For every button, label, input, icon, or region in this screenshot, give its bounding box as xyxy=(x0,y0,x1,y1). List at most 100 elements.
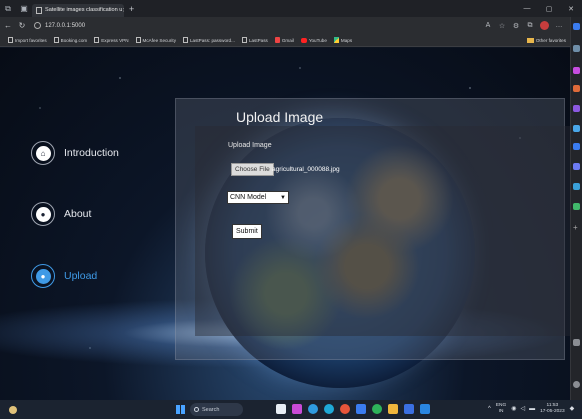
nav-upload[interactable]: ● Upload xyxy=(31,264,97,288)
games-icon[interactable] xyxy=(573,105,580,112)
bookmark-youtube[interactable]: YouTube xyxy=(300,37,327,43)
taskbar-apps xyxy=(276,404,436,414)
site-info-icon[interactable] xyxy=(34,22,41,29)
maps-icon xyxy=(333,37,339,43)
outlook-icon[interactable] xyxy=(573,143,580,150)
whatsapp-app-icon[interactable] xyxy=(372,404,382,414)
weather-icon[interactable] xyxy=(9,405,17,414)
bookmark-gmail[interactable]: Gmail xyxy=(274,37,294,43)
store-app-icon[interactable] xyxy=(356,404,366,414)
browser-tab-bar: ⧉ ▣ Satellite images classification u ✕ … xyxy=(0,0,582,17)
collections-icon[interactable]: ⧉ xyxy=(523,22,537,30)
search-icon[interactable] xyxy=(573,45,580,52)
clock[interactable]: 11:53 17-05-2023 xyxy=(540,403,565,414)
page-icon xyxy=(36,6,42,14)
back-icon[interactable]: ← xyxy=(2,21,14,30)
bookmark-lastpass-password[interactable]: LastPass: password... xyxy=(183,37,235,43)
submit-button[interactable]: Submit xyxy=(232,224,262,239)
browser-app-icon[interactable] xyxy=(324,404,334,414)
bookmark-lastpass[interactable]: LastPass xyxy=(241,37,268,43)
read-aloud-icon[interactable]: A xyxy=(481,22,495,29)
profile-avatar[interactable] xyxy=(540,21,549,30)
nav-circle: ● xyxy=(31,264,55,288)
taskbar-search[interactable]: Search xyxy=(190,403,243,416)
url-text: 127.0.0.1:5000 xyxy=(45,22,86,29)
chrome-app-icon[interactable] xyxy=(340,404,350,414)
users-icon: ● xyxy=(35,206,51,222)
minimize-icon[interactable]: — xyxy=(516,5,538,13)
tab-title: Satellite images classification u xyxy=(45,7,123,13)
task-view-icon[interactable] xyxy=(276,404,286,414)
nav-label: Introduction xyxy=(64,147,119,159)
battery-icon[interactable]: ▬ xyxy=(529,406,535,412)
other-favorites[interactable]: Other favorites xyxy=(526,37,566,43)
notifications-icon[interactable]: ◆ xyxy=(570,405,575,412)
address-bar-actions: A ☆ ⚙ ⧉ … xyxy=(481,21,570,30)
file-explorer-icon[interactable] xyxy=(388,404,398,414)
edge-app-icon[interactable] xyxy=(308,404,318,414)
bookmark-icon xyxy=(8,37,13,43)
nav-about[interactable]: ● About xyxy=(31,202,91,226)
close-window-icon[interactable]: ✕ xyxy=(560,5,582,13)
model-select[interactable]: CNN Model ▼ xyxy=(227,191,289,204)
bookmark-mcafee[interactable]: McAfee Security xyxy=(135,37,176,43)
window-controls: — ▢ ✕ xyxy=(516,5,582,13)
paint-app-icon[interactable] xyxy=(292,404,302,414)
edge-sidebar: + xyxy=(570,17,582,400)
page-icon xyxy=(241,37,247,43)
favorites-bar: Import favorites Booking.com Express VPN… xyxy=(0,34,570,47)
home-icon: ⌂ xyxy=(35,145,51,161)
bookmark-maps[interactable]: Maps xyxy=(333,37,352,43)
maximize-icon[interactable]: ▢ xyxy=(538,5,560,13)
chevron-down-icon: ▼ xyxy=(280,194,286,201)
copilot-icon[interactable] xyxy=(573,23,580,30)
selected-file-name: agricultural_000088.jpg xyxy=(272,166,340,173)
nav-circle: ● xyxy=(31,202,55,226)
nav-introduction[interactable]: ⌂ Introduction xyxy=(31,141,119,165)
chevron-up-icon[interactable]: ^ xyxy=(488,406,491,412)
shopping-icon[interactable] xyxy=(573,67,580,74)
split-screen-icon[interactable] xyxy=(573,339,580,346)
gmail-icon xyxy=(274,37,280,43)
workspaces-icon[interactable]: ⧉ xyxy=(0,0,16,17)
search-placeholder: Search xyxy=(202,406,220,413)
page-icon xyxy=(53,37,59,43)
nav-label: About xyxy=(64,208,92,220)
bookmark-booking[interactable]: Booking.com xyxy=(53,37,87,43)
new-tab-icon[interactable]: + xyxy=(129,4,134,14)
upload-field-label: Upload Image xyxy=(228,142,272,149)
choose-file-button[interactable]: Choose File xyxy=(231,163,274,176)
user-icon: ● xyxy=(35,268,51,284)
browser-tab[interactable]: Satellite images classification u ✕ xyxy=(32,3,124,17)
drop-icon[interactable] xyxy=(573,163,580,170)
language-indicator[interactable]: ENG IN xyxy=(496,403,506,414)
page-icon xyxy=(183,37,188,43)
settings-icon[interactable] xyxy=(573,381,580,388)
bookmark-import-favorites[interactable]: Import favorites xyxy=(8,37,47,43)
favorite-star-icon[interactable]: ☆ xyxy=(495,22,509,30)
bookmark-express-vpn[interactable]: Express VPN xyxy=(94,37,129,43)
windows-start-icon[interactable] xyxy=(176,405,185,414)
wifi-icon[interactable]: ◉ xyxy=(511,405,516,412)
windows-taskbar: Search ^ ENG IN ◉ ◁ ▬ 11:53 17-05-2023 ◆ xyxy=(0,400,582,419)
vscode-app-icon[interactable] xyxy=(420,404,430,414)
more-options-icon[interactable]: … xyxy=(552,22,566,29)
whatsapp-icon[interactable] xyxy=(573,203,580,210)
volume-icon[interactable]: ◁ xyxy=(520,405,525,412)
add-app-icon[interactable]: + xyxy=(573,223,580,232)
telegram-icon[interactable] xyxy=(573,183,580,190)
tab-actions-icon[interactable]: ▣ xyxy=(16,0,32,17)
tools-icon[interactable] xyxy=(573,85,580,92)
youtube-icon xyxy=(300,37,307,43)
tab-close-icon[interactable]: ✕ xyxy=(122,7,124,14)
page-icon xyxy=(94,37,100,43)
url-field[interactable]: 127.0.0.1:5000 xyxy=(34,22,85,29)
upload-title: Upload Image xyxy=(236,109,324,125)
extensions-icon[interactable]: ⚙ xyxy=(509,22,523,30)
model-selected-value: CNN Model xyxy=(230,194,267,201)
system-tray: ^ ENG IN ◉ ◁ ▬ 11:53 17-05-2023 ◆ xyxy=(486,403,576,414)
microsoft-365-icon[interactable] xyxy=(573,125,580,132)
mail-app-icon[interactable] xyxy=(404,404,414,414)
search-icon xyxy=(194,407,199,412)
refresh-icon[interactable]: ↻ xyxy=(16,21,28,30)
